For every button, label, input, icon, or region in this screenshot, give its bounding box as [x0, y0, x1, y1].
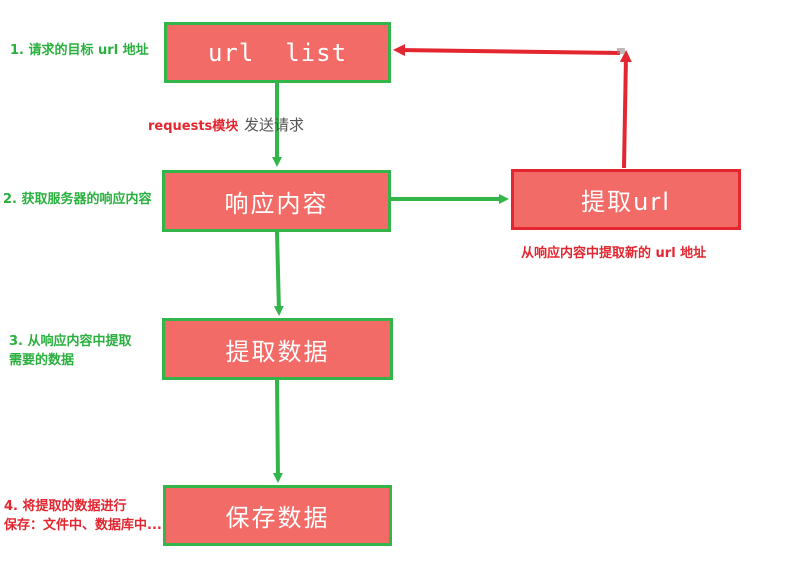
arrow-response-to-extract-data — [273, 231, 284, 316]
extract-url-box: 提取url — [511, 169, 741, 230]
loop-corner-mark — [617, 48, 625, 54]
step1-label: 1. 请求的目标 url 地址 — [10, 43, 149, 58]
step4-label-line2: 保存：文件中、数据库中... — [4, 518, 162, 533]
extract-new-url-label: 从响应内容中提取新的 url 地址 — [521, 246, 707, 261]
arrow-extract-url-loop — [619, 50, 632, 169]
connector-arrows — [272, 44, 632, 483]
save-data-box: 保存数据 — [163, 485, 392, 546]
response-content-box: 响应内容 — [162, 170, 391, 232]
url-list-box: url list — [164, 22, 391, 83]
step3-label-line1: 3. 从响应内容中提取 — [9, 334, 132, 349]
arrow-loop-top-to-urllist — [393, 44, 621, 57]
send-request-label: 发送请求 — [244, 116, 305, 134]
arrow-extract-data-to-save — [272, 379, 283, 483]
step2-label: 2. 获取服务器的响应内容 — [3, 192, 152, 207]
step4-label-line1: 4. 将提取的数据进行 — [4, 499, 127, 514]
extract-data-box: 提取数据 — [162, 318, 393, 380]
step3-label-line2: 需要的数据 — [9, 353, 75, 368]
requests-module-label: requests模块 — [148, 119, 239, 134]
